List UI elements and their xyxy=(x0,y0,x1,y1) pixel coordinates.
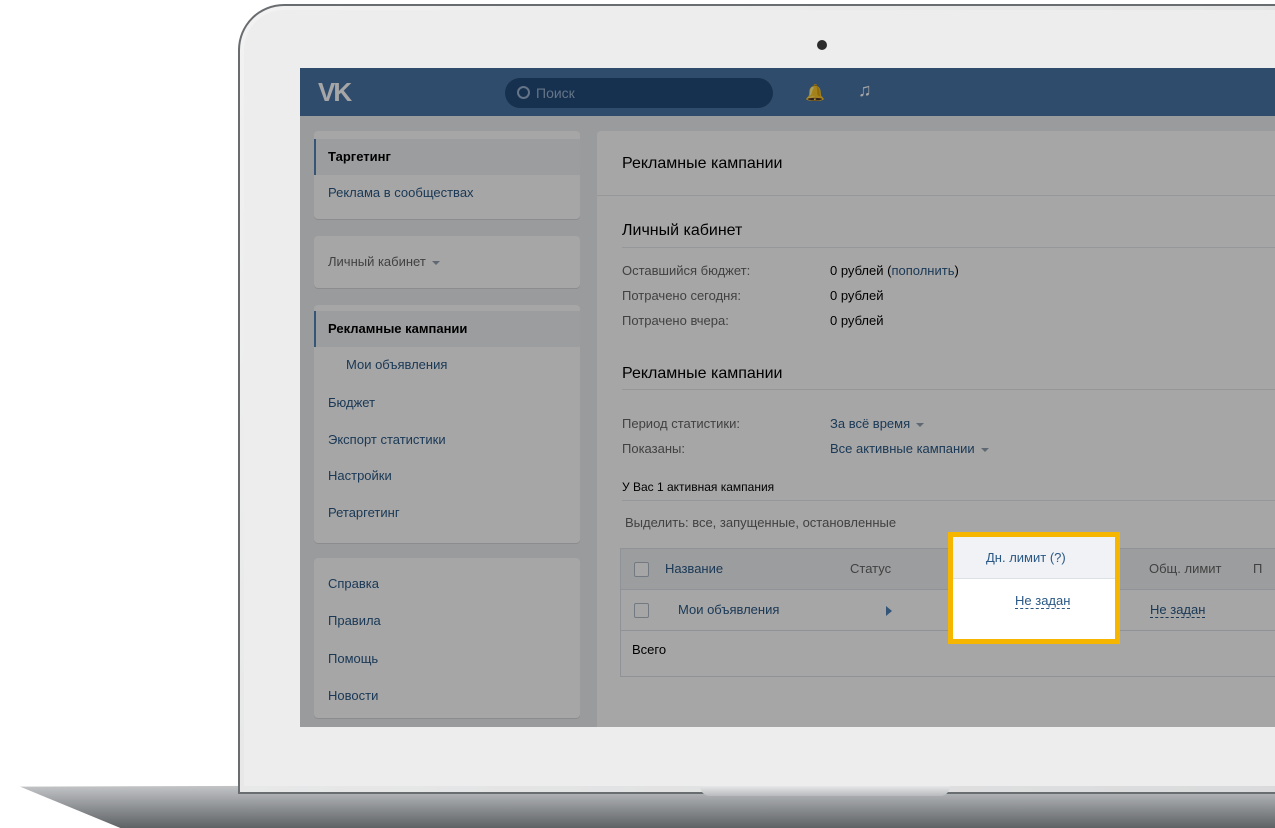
sidebar-item-targeting[interactable]: Таргетинг xyxy=(314,139,580,175)
spent-yesterday-value: 0 рублей xyxy=(830,313,884,328)
top-navigation-bar: VK Поиск 🔔 ♫ xyxy=(300,68,1275,116)
chevron-down-icon xyxy=(980,447,989,452)
account-selector[interactable]: Личный кабинет xyxy=(314,244,580,280)
sidebar-card-account: Личный кабинет xyxy=(314,236,580,288)
shown-dropdown[interactable]: Все активные кампании xyxy=(830,441,989,456)
spent-today-label: Потрачено сегодня: xyxy=(622,288,741,303)
webcam-icon xyxy=(817,40,827,50)
sidebar-item-rules[interactable]: Правила xyxy=(314,603,580,639)
period-value: За всё время xyxy=(830,416,911,431)
divider xyxy=(622,389,1275,390)
account-section-title: Личный кабинет xyxy=(622,222,743,239)
total-limit-value[interactable]: Не задан xyxy=(1150,602,1206,618)
sidebar-item-community-ads[interactable]: Реклама в сообществах xyxy=(314,175,580,211)
spent-yesterday-label: Потрачено вчера: xyxy=(622,313,729,328)
column-header-daily-limit[interactable]: Дн. лимит (?) xyxy=(986,550,1066,565)
period-dropdown[interactable]: За всё время xyxy=(830,416,925,431)
select-all-checkbox[interactable] xyxy=(634,562,649,577)
column-header-status[interactable]: Статус xyxy=(850,561,891,576)
sidebar-item-my-ads[interactable]: Мои объявления xyxy=(314,347,580,383)
column-header-name[interactable]: Название xyxy=(665,561,723,576)
total-row-label: Всего xyxy=(632,642,667,657)
daily-limit-header-cell: Дн. лимит (?) xyxy=(953,537,1115,579)
account-selector-label: Личный кабинет xyxy=(328,254,426,269)
sidebar-item-news[interactable]: Новости xyxy=(314,678,580,714)
row-checkbox[interactable] xyxy=(634,603,649,618)
vk-logo[interactable]: VK xyxy=(318,77,352,108)
budget-remaining-value: 0 рублей (пополнить) xyxy=(830,263,959,278)
search-input[interactable]: Поиск xyxy=(505,78,773,108)
sidebar-item-campaigns[interactable]: Рекламные кампании xyxy=(314,311,580,347)
sidebar-item-budget[interactable]: Бюджет xyxy=(314,385,580,421)
play-icon[interactable] xyxy=(886,606,892,616)
daily-limit-highlight: Дн. лимит (?) Не задан xyxy=(948,532,1120,644)
music-icon[interactable]: ♫ xyxy=(858,80,872,101)
sidebar-card-help: Справка Правила Помощь Новости xyxy=(314,558,580,718)
campaigns-section-title: Рекламные кампании xyxy=(622,365,783,382)
column-header-next[interactable]: П xyxy=(1253,561,1262,576)
sidebar-item-help[interactable]: Помощь xyxy=(314,641,580,677)
spent-today-value: 0 рублей xyxy=(830,288,884,303)
sidebar-item-settings[interactable]: Настройки xyxy=(314,458,580,494)
chevron-down-icon xyxy=(431,260,440,265)
top-up-link[interactable]: пополнить xyxy=(891,263,954,278)
laptop-notch xyxy=(700,786,950,796)
select-filter-links[interactable]: Выделить: все, запущенные, остановленные xyxy=(625,515,896,530)
campaign-name-link[interactable]: Мои объявления xyxy=(678,602,779,617)
bell-icon[interactable]: 🔔 xyxy=(805,83,825,103)
search-icon xyxy=(517,86,530,99)
sidebar-item-reference[interactable]: Справка xyxy=(314,566,580,602)
chevron-down-icon xyxy=(916,422,925,427)
sidebar-card-ads-type: Таргетинг Реклама в сообществах xyxy=(314,131,580,219)
divider xyxy=(622,500,1275,501)
budget-remaining-label: Оставшийся бюджет: xyxy=(622,263,751,278)
budget-remaining-amount: 0 рублей xyxy=(830,263,884,278)
search-placeholder: Поиск xyxy=(536,85,575,101)
screen: VK Поиск 🔔 ♫ Таргетинг Реклама в сообщес… xyxy=(300,68,1275,727)
daily-limit-value[interactable]: Не задан xyxy=(1015,593,1071,609)
column-header-total-limit[interactable]: Общ. лимит xyxy=(1149,561,1221,576)
period-label: Период статистики: xyxy=(622,416,740,431)
sidebar-card-menu: Рекламные кампании Мои объявления Бюджет… xyxy=(314,305,580,543)
sidebar-item-retargeting[interactable]: Ретаргетинг xyxy=(314,495,580,531)
divider xyxy=(622,247,1275,248)
sidebar-item-export-stats[interactable]: Экспорт статистики xyxy=(314,422,580,458)
shown-value: Все активные кампании xyxy=(830,441,975,456)
shown-label: Показаны: xyxy=(622,441,685,456)
active-campaigns-count: У Вас 1 активная кампания xyxy=(622,480,775,494)
page-title: Рекламные кампании xyxy=(622,155,783,172)
